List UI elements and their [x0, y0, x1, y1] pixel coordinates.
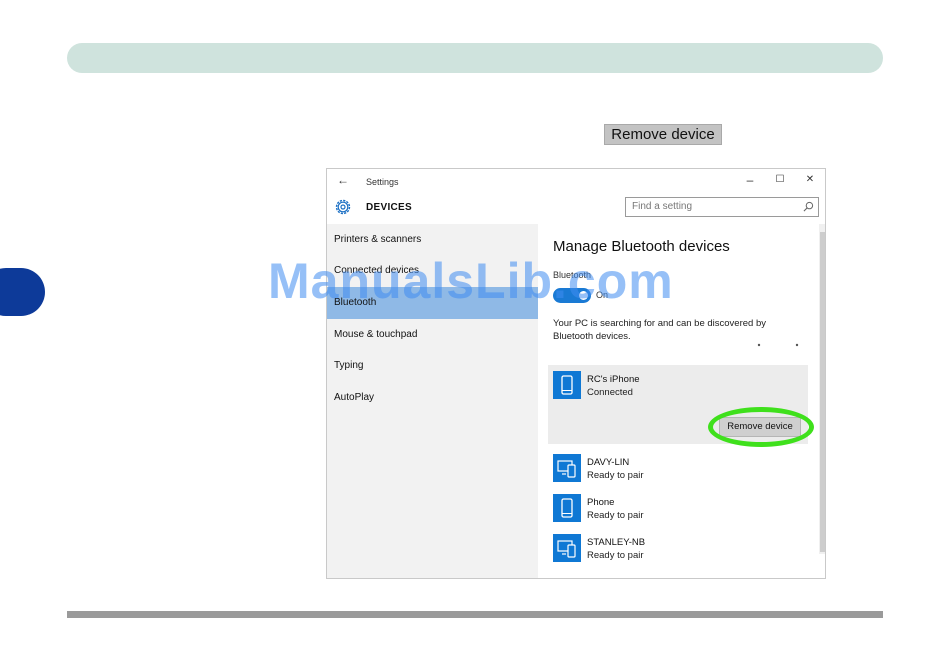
- searching-progress-dots: [757, 343, 799, 347]
- device-item-phone[interactable]: Phone Ready to pair: [548, 488, 808, 526]
- device-name: RC's iPhone: [587, 374, 640, 385]
- computer-phone-icon: [553, 534, 581, 562]
- discovery-description: Your PC is searching for and can be disc…: [553, 318, 766, 342]
- search-input[interactable]: Find a setting: [625, 197, 819, 217]
- watermark-text: ManualsLib.com: [268, 253, 674, 309]
- phone-icon: [553, 371, 581, 399]
- maximize-button[interactable]: ☐: [770, 173, 790, 187]
- device-item-stanley-nb[interactable]: STANLEY-NB Ready to pair: [548, 528, 808, 566]
- back-arrow-icon[interactable]: ←: [337, 174, 349, 186]
- scrollbar-thumb[interactable]: [820, 232, 825, 552]
- settings-window: ← Settings – ☐ ✕ DEVICES Find a setting …: [326, 168, 826, 579]
- device-status: Connected: [587, 387, 633, 398]
- minimize-button[interactable]: –: [740, 173, 760, 187]
- highlight-ring: [708, 407, 814, 447]
- chapter-tab: [0, 268, 45, 316]
- sidebar-item-typing[interactable]: Typing: [327, 350, 538, 382]
- phone-icon: [553, 494, 581, 522]
- page-header-bar: [67, 43, 883, 73]
- device-status: Ready to pair: [587, 470, 644, 481]
- device-status: Ready to pair: [587, 510, 644, 521]
- computer-phone-icon: [553, 454, 581, 482]
- device-status: Ready to pair: [587, 550, 644, 561]
- device-item-davy-lin[interactable]: DAVY-LIN Ready to pair: [548, 448, 808, 486]
- device-name: Phone: [587, 497, 615, 508]
- page-footer-rule: [67, 611, 883, 618]
- close-button[interactable]: ✕: [800, 173, 820, 187]
- sidebar-item-autoplay[interactable]: AutoPlay: [327, 382, 538, 414]
- device-name: STANLEY-NB: [587, 537, 646, 548]
- sidebar-item-mouse-touchpad[interactable]: Mouse & touchpad: [327, 319, 538, 351]
- content-scrollbar[interactable]: [819, 224, 825, 554]
- gear-icon: [335, 199, 351, 215]
- settings-header: DEVICES Find a setting: [327, 193, 825, 223]
- title-bar: ← Settings – ☐ ✕: [327, 169, 825, 193]
- remove-device-reference-button: Remove device: [604, 124, 722, 145]
- device-name: DAVY-LIN: [587, 457, 630, 468]
- search-icon: [803, 201, 814, 212]
- search-placeholder: Find a setting: [632, 201, 693, 212]
- device-item-rcs-iphone[interactable]: RC's iPhone Connected Remove device: [548, 365, 814, 447]
- section-title: DEVICES: [366, 202, 413, 213]
- window-title: Settings: [366, 177, 399, 187]
